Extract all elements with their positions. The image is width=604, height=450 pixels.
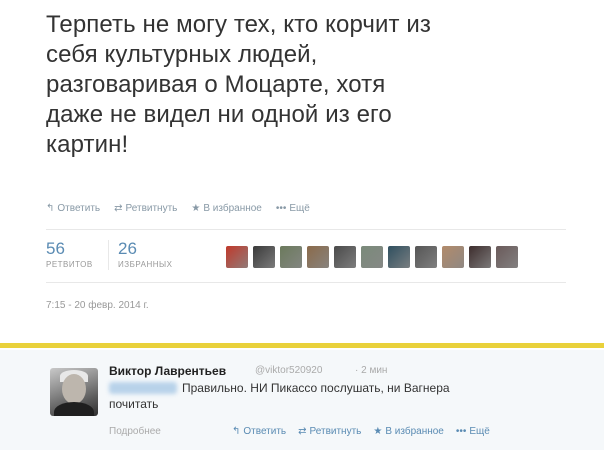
retweet-button[interactable]: ⇄ Ретвитнуть: [114, 203, 177, 214]
star-icon: ★: [373, 425, 383, 437]
reply-actions: ↰ Ответить ⇄ Ретвитнуть ★ В избранное ••…: [232, 426, 490, 437]
favoriter-avatar[interactable]: [496, 246, 518, 268]
reply-icon: ↰: [46, 202, 55, 214]
favoriter-avatar[interactable]: [442, 246, 464, 268]
highlight-bar: [0, 343, 604, 348]
divider: [46, 282, 566, 283]
favoriter-avatar[interactable]: [388, 246, 410, 268]
reply-tweet: Виктор Лаврентьев @viktor520920 · 2 мин …: [0, 350, 604, 450]
favorites-label: ИЗБРАННЫХ: [118, 260, 173, 269]
favoriter-avatar[interactable]: [307, 246, 329, 268]
retweets-count: 56: [46, 239, 65, 258]
main-tweet: Терпеть не могу тех, кто корчит из себя …: [0, 0, 604, 340]
favorite-label: В избранное: [385, 426, 444, 437]
more-icon: •••: [275, 202, 287, 214]
tweet-timestamp[interactable]: 7:15 - 20 февр. 2014 г.: [46, 300, 149, 311]
favorites-count: 26: [118, 239, 137, 258]
retweet-label: Ретвитнуть: [309, 426, 362, 437]
favoriter-avatar[interactable]: [253, 246, 275, 268]
blurred-mention: [109, 382, 177, 394]
reply-icon: ↰: [232, 425, 241, 437]
favoriter-avatar[interactable]: [415, 246, 437, 268]
more-button[interactable]: ••• Ещё: [276, 203, 310, 214]
favoriters-avatars: [226, 246, 518, 268]
favoriter-avatar[interactable]: [469, 246, 491, 268]
retweet-icon: ⇄: [114, 202, 123, 214]
retweet-button[interactable]: ⇄ Ретвитнуть: [298, 426, 361, 437]
divider: [46, 229, 566, 230]
favorite-button[interactable]: ★ В избранное: [191, 203, 262, 214]
reply-author-name[interactable]: Виктор Лаврентьев: [109, 364, 226, 378]
favorite-button[interactable]: ★ В избранное: [373, 426, 444, 437]
tweet-actions: ↰ Ответить ⇄ Ретвитнуть ★ В избранное ••…: [46, 203, 310, 214]
reply-label: Ответить: [57, 203, 101, 214]
retweets-label: РЕТВИТОВ: [46, 260, 93, 269]
retweet-icon: ⇄: [298, 425, 307, 437]
more-icon: •••: [455, 425, 467, 437]
reply-text-line2: почитать: [109, 397, 159, 411]
reply-button[interactable]: ↰ Ответить: [232, 426, 286, 437]
favoriter-avatar[interactable]: [226, 246, 248, 268]
retweets-stat[interactable]: 56 РЕТВИТОВ: [46, 239, 93, 270]
reply-label: Ответить: [243, 426, 287, 437]
avatar[interactable]: [50, 368, 98, 416]
favoriter-avatar[interactable]: [280, 246, 302, 268]
reply-author-handle[interactable]: @viktor520920: [255, 365, 322, 376]
more-label: Ещё: [469, 426, 490, 437]
star-icon: ★: [191, 202, 201, 214]
tweet-text: Терпеть не могу тех, кто корчит из себя …: [46, 11, 431, 158]
favorite-label: В избранное: [203, 203, 262, 214]
favorites-stat[interactable]: 26 ИЗБРАННЫХ: [118, 239, 173, 270]
expand-link[interactable]: Подробнее: [109, 426, 161, 437]
reply-time[interactable]: · 2 мин: [355, 365, 387, 376]
retweet-label: Ретвитнуть: [125, 203, 178, 214]
stat-separator: [108, 240, 109, 270]
favoriter-avatar[interactable]: [334, 246, 356, 268]
more-button[interactable]: ••• Ещё: [456, 426, 490, 437]
more-label: Ещё: [289, 203, 310, 214]
reply-button[interactable]: ↰ Ответить: [46, 203, 100, 214]
favoriter-avatar[interactable]: [361, 246, 383, 268]
reply-text-line1: Правильно. НИ Пикассо послушать, ни Вагн…: [182, 381, 450, 395]
